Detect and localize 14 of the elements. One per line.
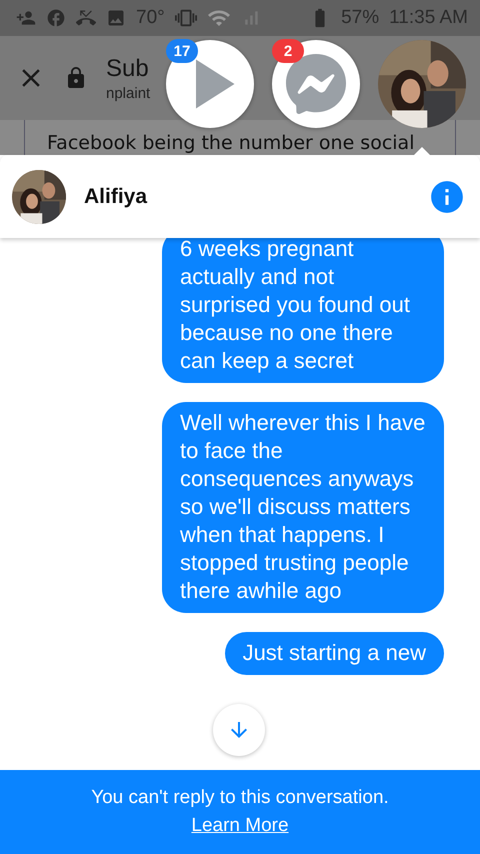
vibrate-icon <box>174 7 197 29</box>
image-icon <box>106 8 126 28</box>
contact-name: Alifiya <box>84 184 148 208</box>
scroll-down-button[interactable] <box>213 704 265 756</box>
learn-more-link[interactable]: Learn More <box>191 815 289 836</box>
page-url: nplaint <box>106 84 150 102</box>
message-bubble: 6 weeks pregnant actually and not surprised you found out because no one there can keep a secret <box>162 238 444 383</box>
facebook-icon <box>46 8 66 28</box>
missed-call-icon <box>76 8 96 28</box>
message-bubble: Just starting a new <box>224 632 444 675</box>
page-text: Facebook being the number one social <box>47 131 414 155</box>
message-bubble: Well wherever this I have to face the consequences anyways so we'll discuss matters when that happens. I stopped trusting people there awhile ago <box>162 402 444 613</box>
notice-text: You can't reply to this conversation. Learn More <box>90 786 390 838</box>
page-title: Sub <box>106 54 150 82</box>
